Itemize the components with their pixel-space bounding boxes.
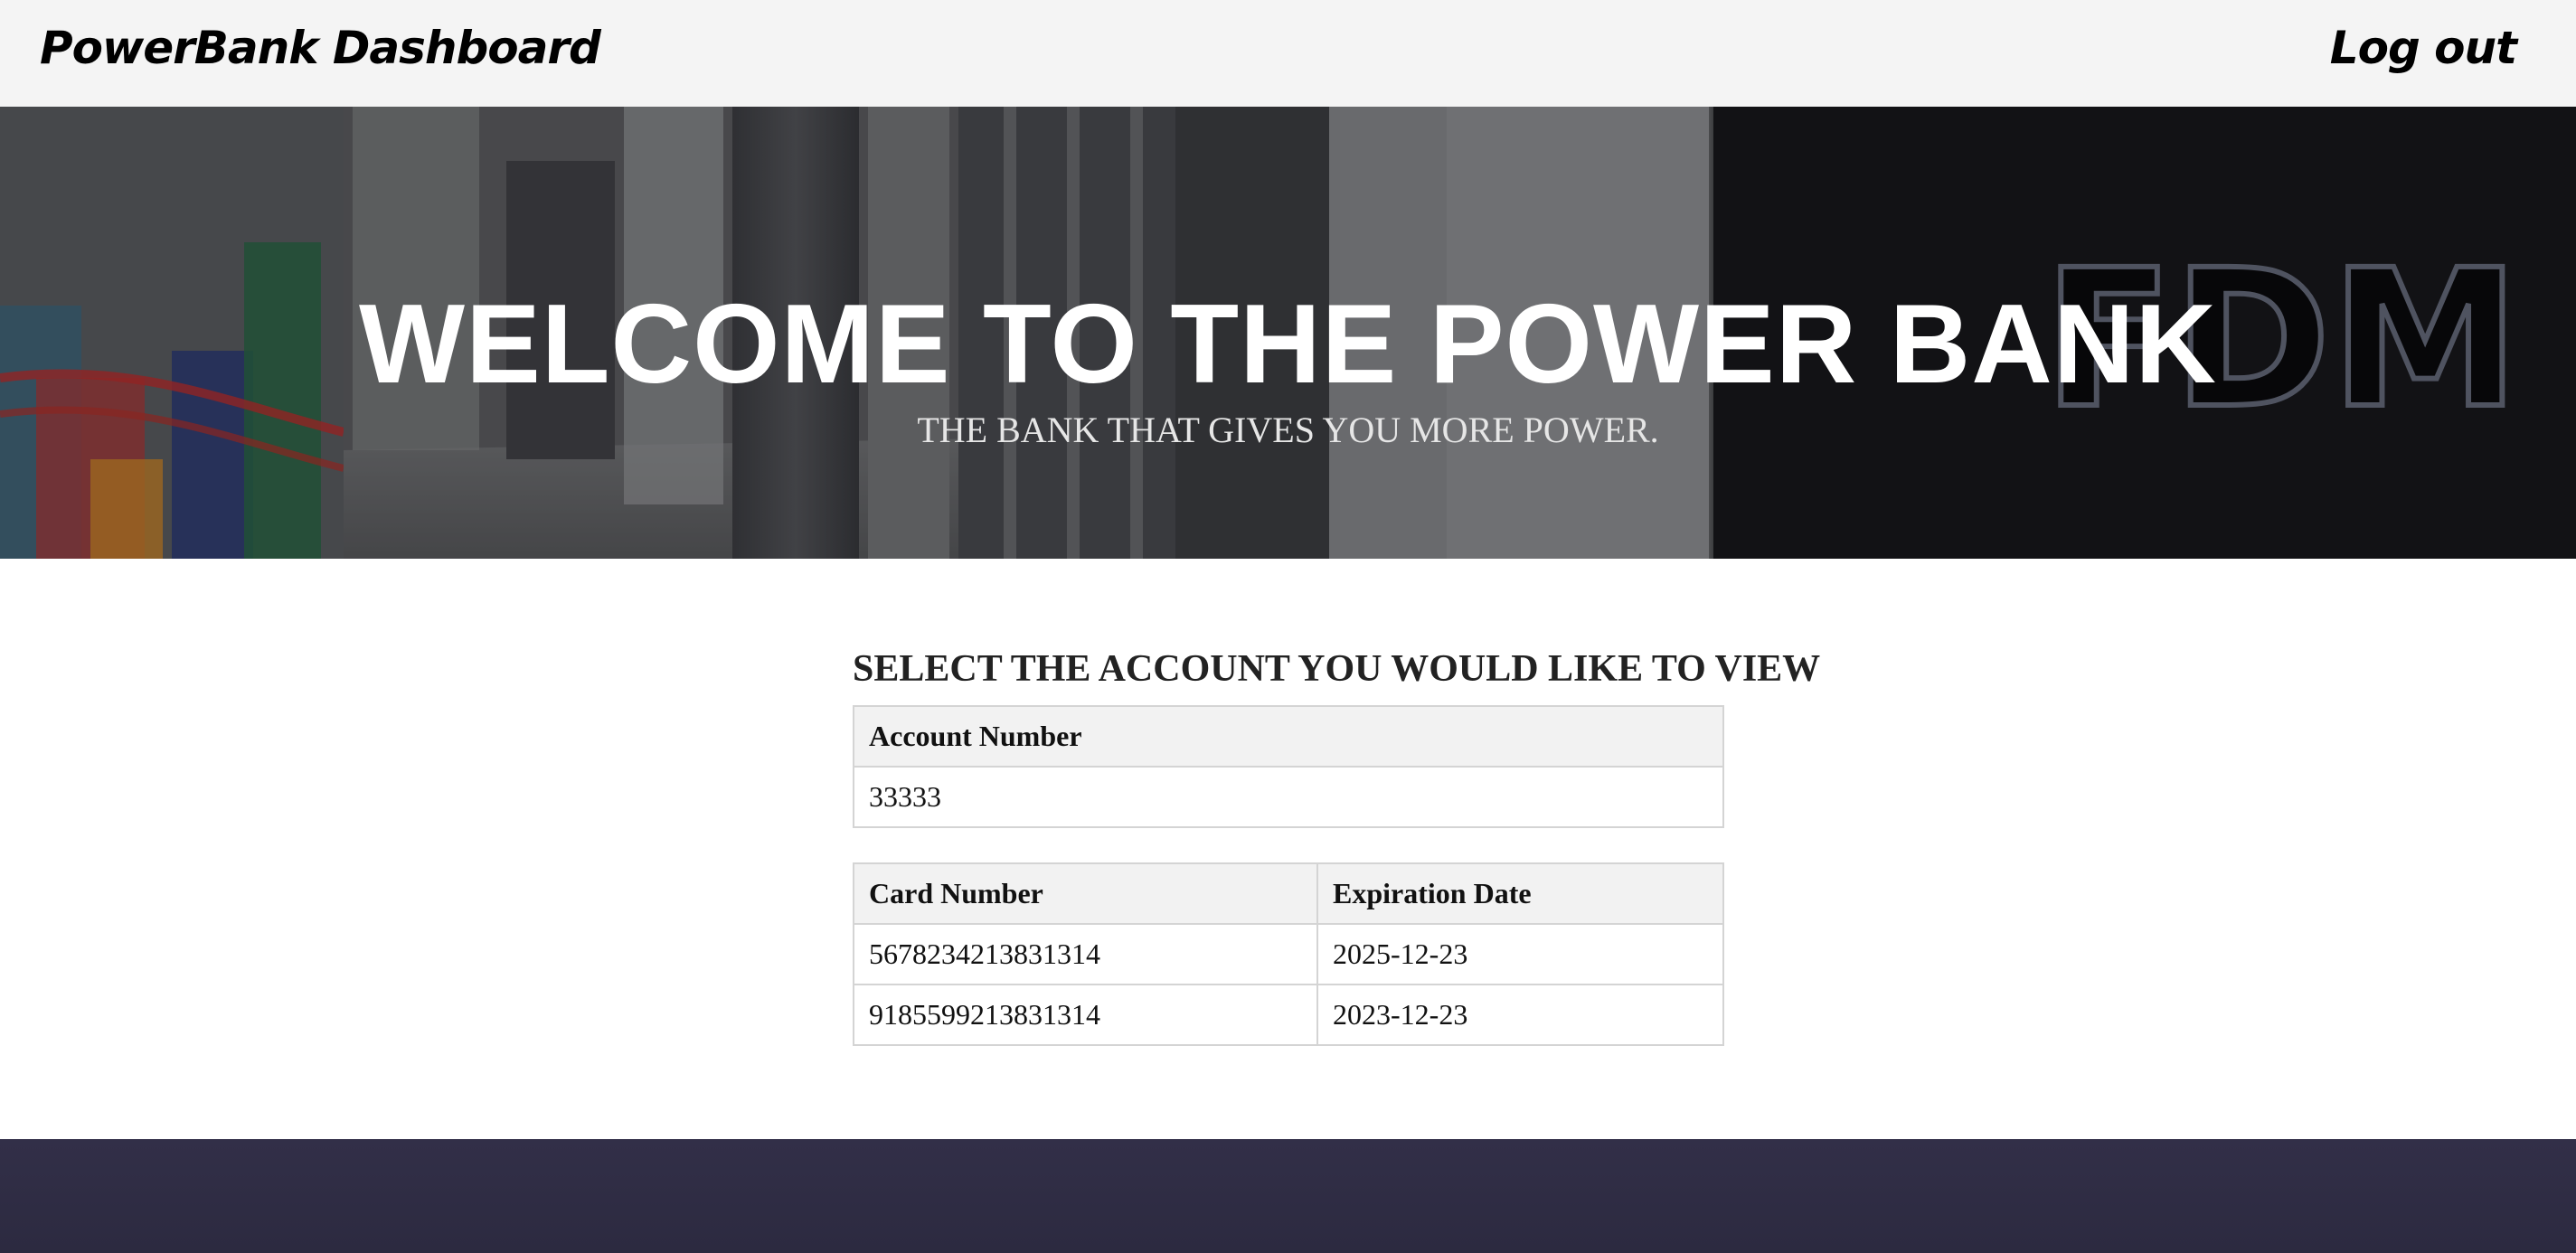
logout-link[interactable]: Log out	[2330, 16, 2517, 80]
hero-title: WELCOME TO THE POWER BANK	[359, 282, 2217, 408]
account-number-cell[interactable]: 33333	[853, 766, 1724, 828]
card-row[interactable]: 9185599213831314 2023-12-23	[853, 984, 1724, 1046]
top-navbar: PowerBank Dashboard Log out	[0, 0, 2576, 107]
expiration-date-cell: 2023-12-23	[1316, 984, 1724, 1046]
card-number-cell: 9185599213831314	[853, 984, 1318, 1046]
brand-link[interactable]: PowerBank Dashboard	[40, 16, 601, 80]
hero-subtitle: THE BANK THAT GIVES YOU MORE POWER.	[917, 410, 1659, 450]
expiration-date-cell: 2025-12-23	[1316, 923, 1724, 985]
column-header-card-number: Card Number	[853, 862, 1318, 925]
cards-table: Card Number Expiration Date 567823421383…	[853, 862, 1724, 1046]
column-header-expiration-date: Expiration Date	[1316, 862, 1724, 925]
section-heading: SELECT THE ACCOUNT YOU WOULD LIKE TO VIE…	[853, 648, 1821, 690]
table-header-row: Card Number Expiration Date	[853, 862, 1724, 925]
hero-banner: FDM WELCOME TO THE POWER BANK THE BANK T…	[0, 107, 2576, 559]
account-row[interactable]: 33333	[853, 766, 1724, 828]
page-footer	[0, 1139, 2576, 1253]
accounts-table: Account Number 33333	[853, 705, 1724, 828]
card-row[interactable]: 5678234213831314 2025-12-23	[853, 923, 1724, 985]
card-number-cell: 5678234213831314	[853, 923, 1318, 985]
column-header-account-number: Account Number	[853, 705, 1724, 768]
table-header-row: Account Number	[853, 705, 1724, 768]
account-selection-section: SELECT THE ACCOUNT YOU WOULD LIKE TO VIE…	[853, 644, 1821, 1046]
